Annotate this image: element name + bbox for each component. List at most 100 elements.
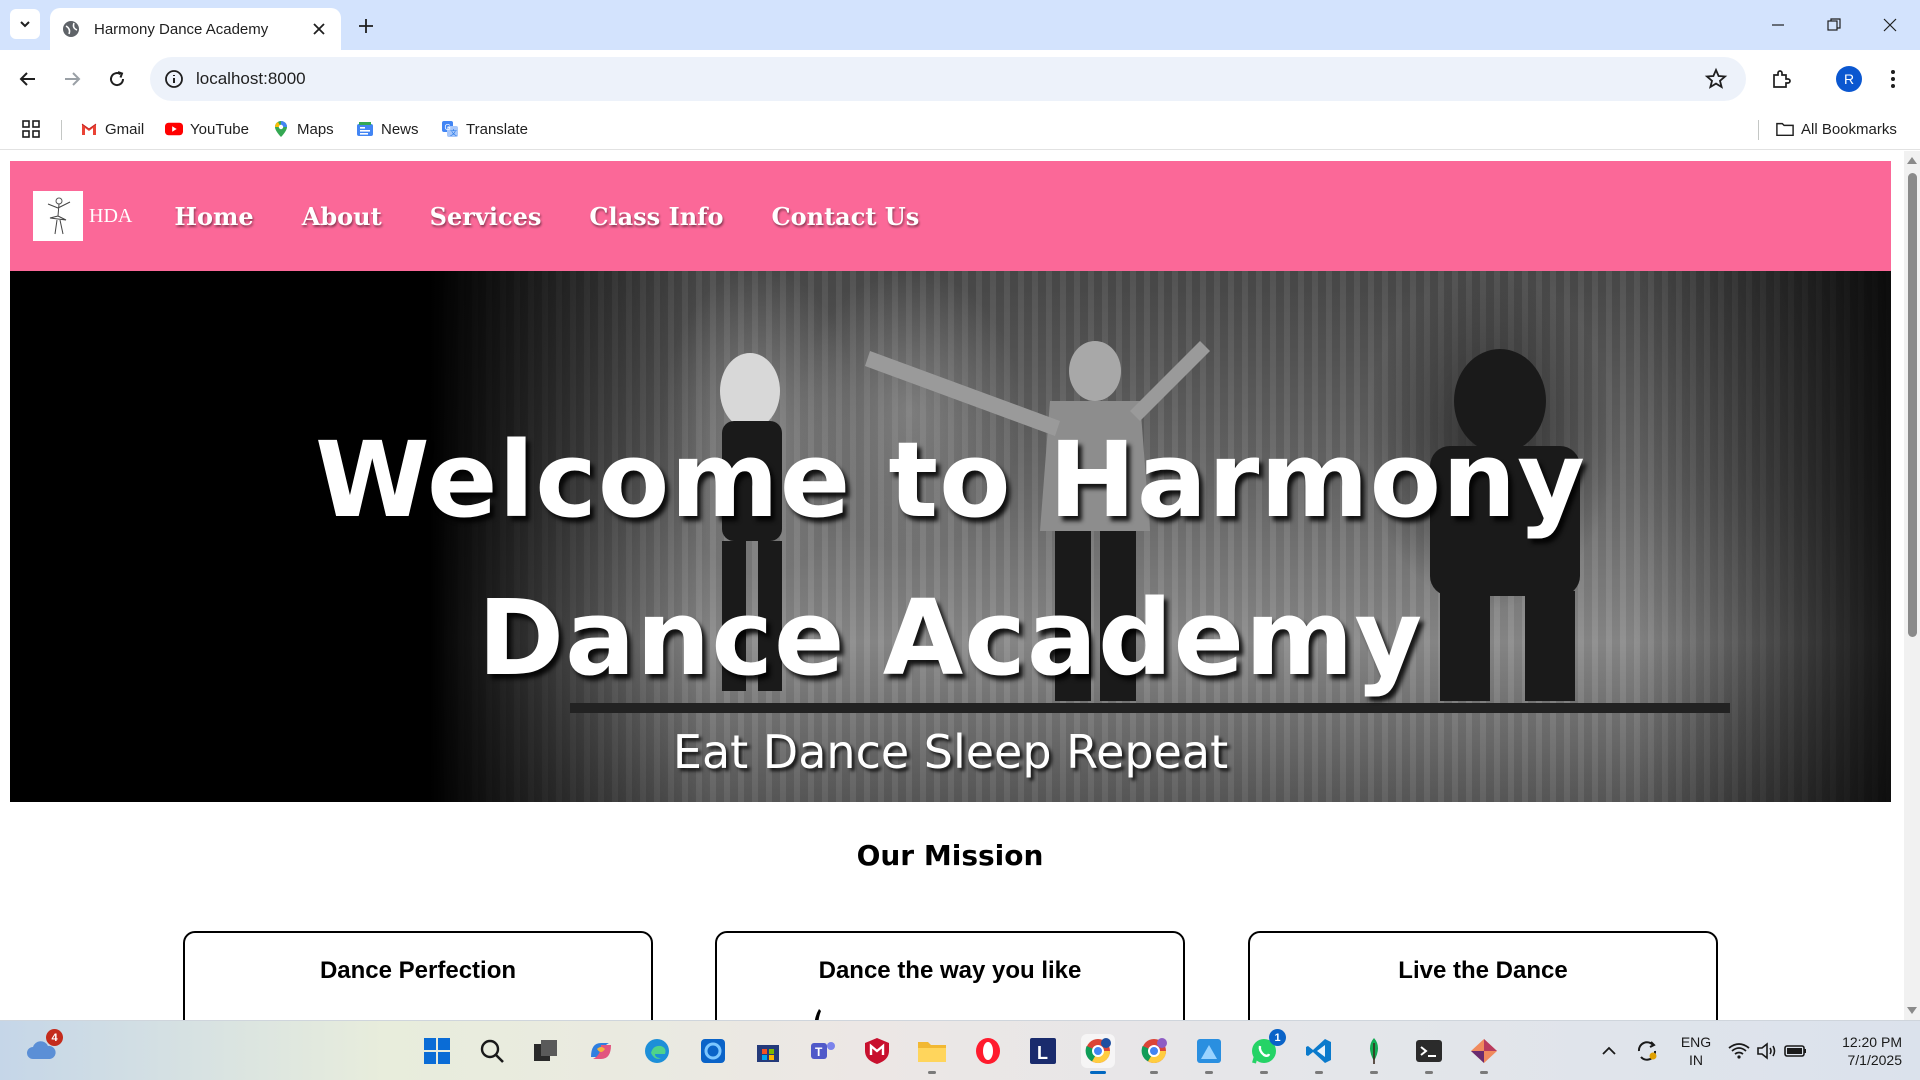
site-logo-text[interactable]: HDA (89, 205, 132, 228)
page-viewport: HDA Home About Services Class Info Conta… (0, 151, 1920, 1020)
bookmark-label: Gmail (105, 120, 145, 138)
terminal-app[interactable] (1412, 1034, 1446, 1074)
scroll-down-arrow-icon[interactable] (1907, 1007, 1917, 1014)
l-app[interactable]: L (1026, 1034, 1060, 1068)
site-navbar: HDA Home About Services Class Info Conta… (10, 161, 1891, 271)
nav-services[interactable]: Services (430, 202, 542, 231)
tab-close-button[interactable] (309, 19, 329, 39)
site-info-icon[interactable] (164, 69, 184, 89)
plus-icon (359, 19, 373, 33)
close-window-button[interactable] (1872, 10, 1908, 40)
mission-card-title: Dance Perfection (319, 957, 517, 984)
ballerina-logo-icon (47, 197, 71, 235)
sync-tray-button[interactable] (1630, 1034, 1664, 1068)
mission-card-title: Dance the way you like (818, 957, 1082, 984)
forward-button[interactable] (57, 64, 87, 94)
edge-app[interactable] (640, 1034, 674, 1068)
svg-text:文: 文 (450, 128, 457, 137)
browser-tab-strip: Harmony Dance Academy (0, 0, 1920, 50)
globe-icon (62, 20, 80, 38)
chrome-icon (1085, 1038, 1111, 1064)
weather-widget[interactable]: 4 (24, 1029, 63, 1068)
running-indicator (1150, 1071, 1158, 1074)
hero-title-text: Welcome to Harmony Dance Academy (315, 419, 1586, 699)
running-indicator (1260, 1071, 1268, 1074)
scrollbar-thumb[interactable] (1908, 173, 1917, 637)
address-bar[interactable]: localhost:8000 (150, 57, 1746, 101)
show-hidden-icons-button[interactable] (1592, 1034, 1626, 1068)
bookmark-maps[interactable]: Maps (272, 117, 334, 141)
scroll-up-arrow-icon[interactable] (1907, 157, 1917, 164)
whatsapp-app[interactable]: 1 (1247, 1029, 1286, 1074)
nav-home[interactable]: Home (174, 202, 253, 231)
maps-icon (272, 120, 290, 138)
clock-date: 7/1/2025 (1847, 1052, 1903, 1068)
opera-app[interactable] (971, 1034, 1005, 1068)
minimize-button[interactable] (1760, 10, 1796, 40)
running-indicator (1480, 1071, 1488, 1074)
bookmark-label: YouTube (190, 120, 249, 138)
bookmark-youtube[interactable]: YouTube (165, 117, 249, 141)
paint-app[interactable] (1192, 1034, 1226, 1074)
teams-app[interactable]: T (806, 1034, 840, 1068)
running-indicator (1205, 1071, 1213, 1074)
restore-icon (1827, 18, 1841, 31)
nav-about[interactable]: About (302, 202, 382, 231)
tab-title: Harmony Dance Academy (94, 20, 269, 38)
apps-button[interactable] (22, 117, 40, 141)
browser-menu-button[interactable] (1878, 64, 1908, 94)
opera-icon (976, 1038, 1000, 1064)
task-view[interactable] (529, 1034, 563, 1068)
chrome-app-active[interactable] (1081, 1034, 1115, 1074)
quick-settings-button[interactable] (1724, 1034, 1812, 1068)
vscode-icon (1306, 1039, 1331, 1063)
tab-search-button[interactable] (10, 9, 40, 39)
translate-icon: G文 (441, 120, 459, 138)
devtool-app[interactable] (1467, 1034, 1501, 1074)
site-logo[interactable] (33, 191, 83, 241)
active-tab[interactable]: Harmony Dance Academy (50, 8, 341, 50)
nav-class-info[interactable]: Class Info (589, 202, 723, 231)
hero-title: Welcome to Harmony Dance Academy (10, 401, 1891, 717)
bookmark-gmail[interactable]: Gmail (80, 117, 144, 141)
back-button[interactable] (13, 64, 43, 94)
minimize-icon (1772, 24, 1784, 26)
page-scrollbar[interactable] (1904, 151, 1920, 1020)
store-icon (757, 1045, 779, 1062)
mcafee-app[interactable] (860, 1034, 894, 1068)
bookmark-star-icon[interactable] (1704, 67, 1728, 91)
photos-app[interactable] (696, 1034, 730, 1068)
volume-icon (1757, 1042, 1776, 1060)
arrow-left-icon (19, 72, 35, 86)
bookmark-news[interactable]: News (356, 117, 419, 141)
nav-contact-us[interactable]: Contact Us (772, 202, 920, 231)
extensions-button[interactable] (1766, 64, 1796, 94)
system-clock[interactable]: 12:20 PM 7/1/2025 (1822, 1033, 1902, 1069)
apps-grid-icon (22, 120, 40, 138)
new-tab-button[interactable] (352, 12, 380, 40)
profile-avatar[interactable]: R (1836, 66, 1862, 92)
language-indicator[interactable]: ENG IN (1676, 1033, 1716, 1069)
mission-heading: Our Mission (856, 839, 1044, 872)
mongodb-app[interactable] (1357, 1034, 1391, 1074)
start-button[interactable] (420, 1034, 454, 1068)
restore-button[interactable] (1816, 10, 1852, 40)
bookmarks-bar: Gmail YouTube Maps News G文 Translate All… (0, 108, 1920, 150)
gmail-icon (80, 120, 98, 138)
url-text[interactable]: localhost:8000 (196, 69, 1704, 89)
bookmark-translate[interactable]: G文 Translate (441, 117, 528, 141)
vscode-app[interactable] (1302, 1034, 1336, 1074)
running-indicator (1370, 1071, 1378, 1074)
store-app[interactable] (751, 1034, 785, 1068)
clock-time: 12:20 PM (1842, 1034, 1902, 1050)
photos-icon (701, 1039, 725, 1063)
file-explorer-app[interactable] (915, 1034, 949, 1074)
all-bookmarks-button[interactable]: All Bookmarks (1776, 117, 1897, 141)
dancer-silhouette-icon (814, 1009, 821, 1020)
copilot-app[interactable] (584, 1034, 618, 1068)
mission-card-title: Live the Dance (1398, 957, 1568, 984)
bookmark-label: News (381, 120, 419, 138)
reload-button[interactable] (102, 64, 132, 94)
taskbar-search[interactable] (475, 1034, 509, 1068)
chrome-profile-app[interactable] (1137, 1034, 1171, 1074)
